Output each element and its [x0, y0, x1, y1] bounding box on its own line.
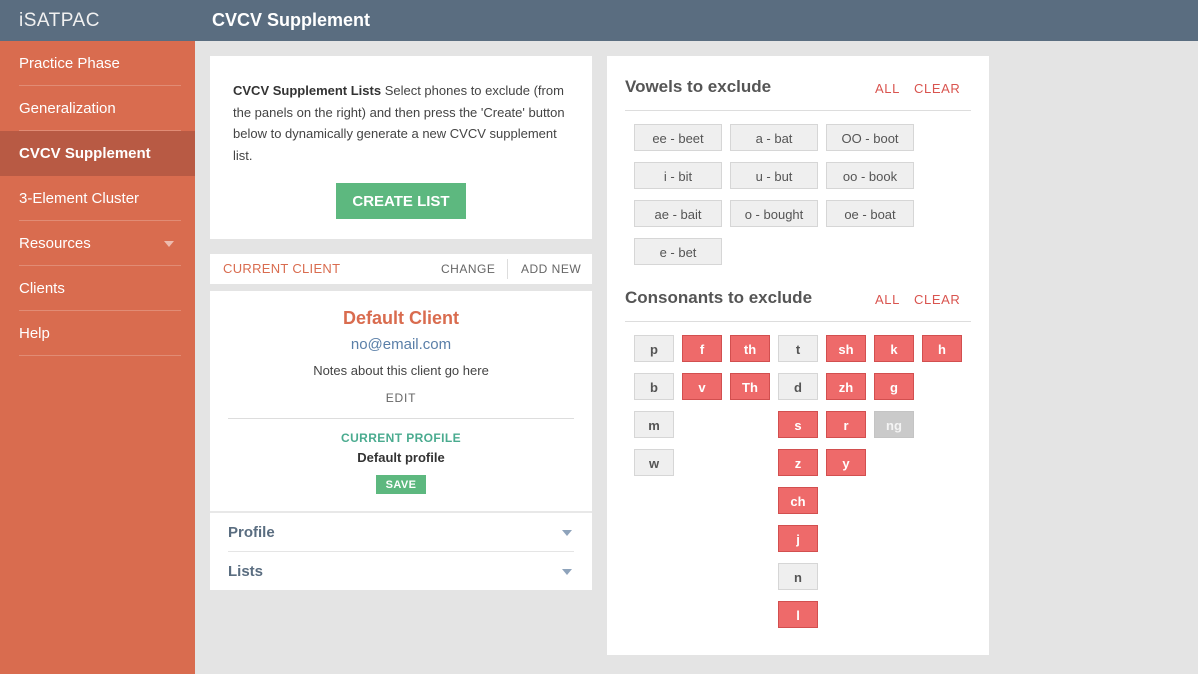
vowels-title: Vowels to exclude — [625, 77, 772, 96]
sidebar-item-label: Generalization — [19, 100, 116, 117]
vowels-clear-button[interactable]: CLEAR — [914, 81, 960, 96]
current-client-label: CURRENT CLIENT — [223, 261, 341, 276]
vowel-chip[interactable]: o - bought — [730, 200, 818, 227]
consonant-chip[interactable]: p — [634, 335, 674, 362]
top-bar: iSATPAC CVCV Supplement — [0, 0, 1198, 41]
change-client-button[interactable]: CHANGE — [441, 254, 495, 284]
current-profile-label: CURRENT PROFILE — [341, 431, 461, 445]
chevron-down-icon — [562, 569, 572, 575]
consonant-chip[interactable]: b — [634, 373, 674, 400]
add-new-client-button[interactable]: ADD NEW — [521, 254, 581, 284]
sidebar-item-3-element-cluster[interactable]: 3-Element Cluster — [0, 176, 195, 221]
lists-accordion[interactable]: Lists — [228, 552, 574, 591]
sidebar-item-practice-phase[interactable]: Practice Phase — [0, 41, 195, 86]
client-card: Default Client no@email.com Notes about … — [210, 291, 592, 590]
intro-heading: CVCV Supplement Lists — [233, 83, 382, 98]
create-list-button[interactable]: CREATE LIST — [336, 183, 466, 219]
consonant-chip[interactable]: h — [922, 335, 962, 362]
intro-text: CVCV Supplement Lists Select phones to e… — [233, 80, 569, 166]
consonants-all-button[interactable]: ALL — [875, 292, 900, 307]
consonant-chip[interactable]: th — [730, 335, 770, 362]
consonant-chip[interactable]: k — [874, 335, 914, 362]
sidebar-item-label: CVCV Supplement — [19, 145, 151, 162]
divider — [228, 418, 574, 419]
vowel-chip[interactable]: i - bit — [634, 162, 722, 189]
consonant-chip[interactable]: l — [778, 601, 818, 628]
consonant-chip[interactable]: m — [634, 411, 674, 438]
app-brand[interactable]: iSATPAC — [0, 0, 195, 41]
sidebar-item-cvcv-supplement[interactable]: CVCV Supplement — [0, 131, 195, 176]
chevron-down-icon — [562, 530, 572, 536]
consonants-title: Consonants to exclude — [625, 288, 813, 307]
vowel-chip[interactable]: ae - bait — [634, 200, 722, 227]
sidebar-item-resources[interactable]: Resources — [0, 221, 195, 266]
divider — [625, 321, 971, 322]
consonant-chip[interactable]: d — [778, 373, 818, 400]
consonant-chip[interactable]: zh — [826, 373, 866, 400]
consonant-chip[interactable]: ng — [874, 411, 914, 438]
save-profile-button[interactable]: SAVE — [376, 475, 426, 494]
consonant-chip[interactable]: g — [874, 373, 914, 400]
consonant-chip[interactable]: f — [682, 335, 722, 362]
intro-panel: CVCV Supplement Lists Select phones to e… — [210, 56, 592, 239]
vowel-chip[interactable]: a - bat — [730, 124, 818, 151]
consonant-chip[interactable]: w — [634, 449, 674, 476]
divider — [625, 110, 971, 111]
accordion-label: Lists — [228, 563, 264, 580]
edit-client-button[interactable]: EDIT — [210, 391, 592, 405]
vowel-chip[interactable]: e - bet — [634, 238, 722, 265]
current-client-bar: CURRENT CLIENT CHANGE ADD NEW — [210, 254, 592, 284]
sidebar-item-label: 3-Element Cluster — [19, 190, 140, 207]
consonant-chip[interactable]: sh — [826, 335, 866, 362]
vowel-chip[interactable]: OO - boot — [826, 124, 914, 151]
client-notes: Notes about this client go here — [313, 363, 489, 378]
accordion-label: Profile — [228, 524, 275, 541]
vowel-chip[interactable]: ee - beet — [634, 124, 722, 151]
consonant-chip[interactable]: r — [826, 411, 866, 438]
client-name: Default Client — [342, 308, 459, 328]
vowel-chip[interactable]: oo - book — [826, 162, 914, 189]
current-profile-name: Default profile — [357, 450, 445, 465]
consonant-chip[interactable]: ch — [778, 487, 818, 514]
sidebar-item-help[interactable]: Help — [0, 311, 195, 356]
consonant-chip[interactable]: j — [778, 525, 818, 552]
sidebar-item-label: Clients — [19, 280, 65, 297]
sidebar-item-label: Practice Phase — [19, 55, 120, 72]
profile-accordion[interactable]: Profile — [228, 513, 574, 552]
vowels-all-button[interactable]: ALL — [875, 81, 900, 96]
consonant-chip[interactable]: n — [778, 563, 818, 590]
consonant-chip[interactable]: Th — [730, 373, 770, 400]
vowel-chip[interactable]: u - but — [730, 162, 818, 189]
vowel-chip[interactable]: oe - boat — [826, 200, 914, 227]
sidebar-item-generalization[interactable]: Generalization — [0, 86, 195, 131]
consonant-chip[interactable]: v — [682, 373, 722, 400]
consonant-chip[interactable]: s — [778, 411, 818, 438]
exclude-panel: Vowels to exclude ALL CLEAR ee - beet a -… — [607, 56, 989, 655]
consonant-chip[interactable]: y — [826, 449, 866, 476]
sidebar: Practice Phase Generalization CVCV Suppl… — [0, 41, 195, 674]
divider — [507, 259, 508, 279]
client-email: no@email.com — [350, 336, 452, 353]
sidebar-item-label: Resources — [19, 235, 91, 252]
sidebar-item-label: Help — [19, 325, 50, 342]
consonant-chip[interactable]: z — [778, 449, 818, 476]
page-title: CVCV Supplement — [212, 10, 371, 30]
sidebar-item-clients[interactable]: Clients — [0, 266, 195, 311]
chevron-down-icon — [164, 241, 174, 247]
consonant-chip[interactable]: t — [778, 335, 818, 362]
consonants-clear-button[interactable]: CLEAR — [914, 292, 960, 307]
